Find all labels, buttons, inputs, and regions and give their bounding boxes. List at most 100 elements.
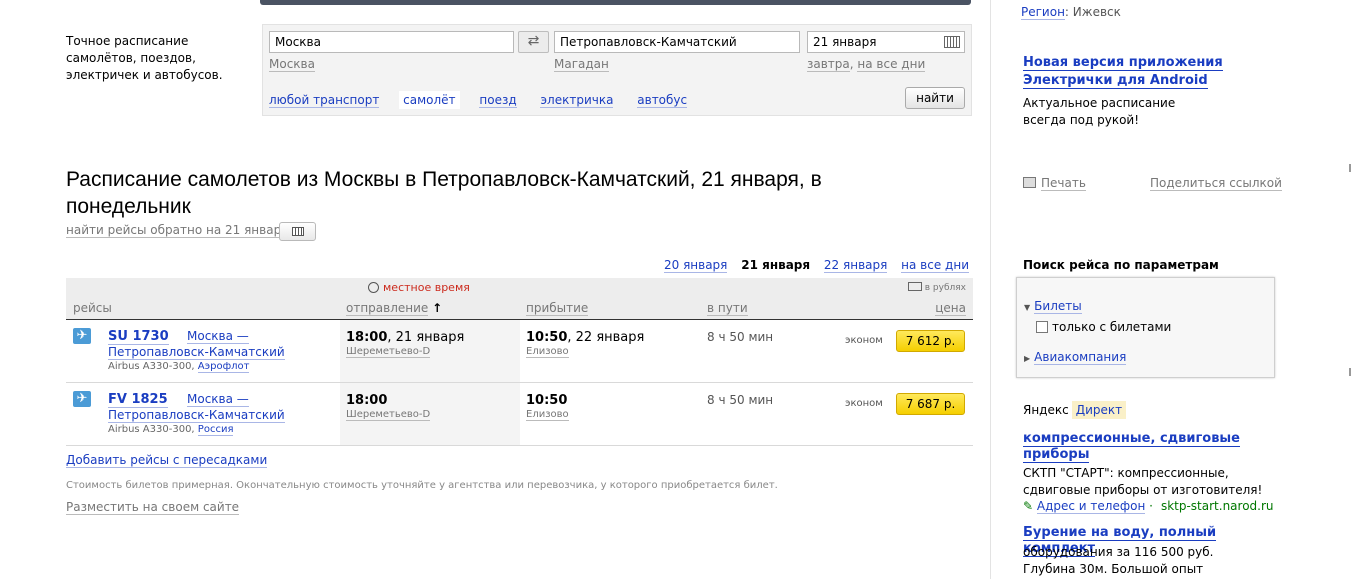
- local-time-note: местное время: [368, 281, 470, 294]
- local-time-label: местное время: [383, 281, 470, 294]
- param-search-title: Поиск рейса по параметрам: [1023, 258, 1219, 272]
- sort-arrow-icon: ↑: [432, 301, 443, 315]
- app-promo-text: Актуальное расписание всегда под рукой!: [1023, 96, 1176, 127]
- date-current: 21 января: [741, 258, 811, 272]
- to-hint-link[interactable]: Магадан: [554, 57, 609, 72]
- yandex-direct-label: Яндекс Директ: [1023, 401, 1127, 419]
- place-on-site-link[interactable]: Разместить на своем сайте: [66, 500, 240, 515]
- fare-class: эконом: [845, 398, 883, 409]
- region-selector: Регион: Ижевск: [1021, 5, 1121, 20]
- swap-button[interactable]: ⇄: [518, 31, 549, 53]
- header-price[interactable]: цена: [935, 301, 966, 316]
- currency-note: в рублях: [907, 282, 966, 293]
- price-button[interactable]: 7 687 р.: [896, 393, 965, 415]
- table-row: ✈ SU 1730 Москва — Петропавловск-Камчатс…: [66, 320, 973, 383]
- table-row: ✈ FV 1825 Москва — Петропавловск-Камчатс…: [66, 383, 973, 446]
- schedule-table: местное время в рублях рейсы отправление…: [66, 278, 973, 446]
- flight-duration: 8 ч 50 мин: [707, 330, 774, 344]
- date-next-link[interactable]: 22 января: [823, 258, 888, 273]
- departure-date: , 21 января: [387, 330, 465, 345]
- carrier-link[interactable]: Россия: [197, 424, 234, 436]
- flight-route-from[interactable]: Москва —: [187, 329, 249, 344]
- app-promo-title[interactable]: Новая версия приложения Электрички для A…: [1023, 54, 1253, 90]
- share-link[interactable]: Поделиться ссылкой: [1150, 176, 1282, 191]
- tickets-toggle-label[interactable]: Билеты: [1034, 299, 1082, 314]
- app-promo-link[interactable]: Новая версия приложения Электрички для A…: [1023, 55, 1223, 89]
- header-departure-label[interactable]: отправление: [346, 301, 429, 316]
- transport-plane[interactable]: самолёт: [399, 91, 460, 109]
- header-arrival[interactable]: прибытие: [526, 301, 589, 316]
- column-divider: [990, 0, 991, 579]
- ad-title[interactable]: компрессионные, сдвиговые приборы: [1023, 431, 1263, 463]
- flight-route-to[interactable]: Петропавловск-Камчатский: [108, 345, 285, 360]
- printer-icon: [1023, 177, 1036, 188]
- carrier-link[interactable]: Аэрофлот: [197, 361, 250, 373]
- only-with-tickets-label: только с билетами: [1052, 320, 1172, 334]
- scrollbar-mark[interactable]: [1349, 164, 1351, 172]
- transport-suburban[interactable]: электричка: [540, 93, 614, 108]
- header-duration[interactable]: в пути: [707, 301, 748, 316]
- date-navigation: 20 января 21 января 22 января на все дни: [654, 258, 969, 273]
- date-hint-tomorrow[interactable]: завтра: [807, 57, 850, 72]
- print-action[interactable]: Печать: [1023, 176, 1086, 191]
- price-button[interactable]: 7 612 р.: [896, 330, 965, 352]
- tickets-toggle[interactable]: ▼ Билеты: [1024, 299, 1082, 314]
- ad-title-link[interactable]: компрессионные, сдвиговые приборы: [1023, 431, 1241, 463]
- date-all-link[interactable]: на все дни: [901, 258, 969, 273]
- fare-class: эконом: [845, 335, 883, 346]
- ad-links: ✎ Адрес и телефон · sktp-start.narod.ru: [1023, 499, 1274, 514]
- return-flights-link[interactable]: найти рейсы обратно на 21 января: [66, 223, 289, 238]
- print-link[interactable]: Печать: [1041, 176, 1086, 191]
- flight-route-to[interactable]: Петропавловск-Камчатский: [108, 408, 285, 423]
- add-transfers-link[interactable]: Добавить рейсы с пересадками: [66, 453, 268, 468]
- param-search-box: ▼ Билеты только с билетами ▶ Авиакомпания: [1016, 277, 1275, 378]
- scrollbar-mark[interactable]: [1349, 368, 1351, 376]
- airline-toggle-label[interactable]: Авиакомпания: [1034, 350, 1127, 365]
- arrival-airport-link[interactable]: Елизово: [526, 409, 569, 421]
- arrival-date: , 22 января: [567, 330, 645, 345]
- from-input[interactable]: [269, 31, 514, 53]
- aircraft-info: Airbus A330-300, Россия: [108, 424, 234, 436]
- departure-time-value: 18:00: [346, 330, 388, 345]
- ad-url[interactable]: sktp-start.narod.ru: [1161, 499, 1274, 513]
- departure-airport-link[interactable]: Шереметьево-D: [346, 346, 431, 358]
- aircraft-model: Airbus A330-300,: [108, 424, 198, 435]
- flight-route-from[interactable]: Москва —: [187, 392, 249, 407]
- from-hint-link[interactable]: Москва: [269, 57, 315, 72]
- departure-airport-link[interactable]: Шереметьево-D: [346, 409, 431, 421]
- transport-bus[interactable]: автобус: [637, 93, 688, 108]
- find-button[interactable]: найти: [905, 87, 965, 109]
- return-calendar-button[interactable]: [279, 222, 316, 241]
- aircraft-info: Airbus A330-300, Аэрофлот: [108, 361, 250, 373]
- departure-time: 18:00, 21 января: [346, 330, 464, 345]
- date-hint-all-days[interactable]: на все дни: [857, 57, 926, 72]
- date-prev-link[interactable]: 20 января: [663, 258, 728, 273]
- arrival-time-value: 10:50: [526, 330, 568, 345]
- ad-contact-link[interactable]: Адрес и телефон: [1036, 499, 1146, 514]
- only-with-tickets-checkbox[interactable]: только с билетами: [1036, 320, 1171, 334]
- date-input[interactable]: 21 января: [807, 31, 965, 53]
- date-hint: завтра, на все дни: [807, 57, 926, 72]
- flight-duration: 8 ч 50 мин: [707, 393, 774, 407]
- table-header: местное время в рублях рейсы отправление…: [66, 278, 973, 320]
- arrival-time: 10:50: [526, 393, 567, 408]
- flight-number-link[interactable]: SU 1730: [108, 329, 169, 345]
- checkbox-icon[interactable]: [1036, 321, 1048, 333]
- direct-link[interactable]: Директ: [1071, 401, 1127, 419]
- transport-any[interactable]: любой транспорт: [269, 93, 380, 108]
- region-value: : Ижевск: [1064, 5, 1121, 19]
- arrival-airport-link[interactable]: Елизово: [526, 346, 569, 358]
- date-input-value: 21 января: [813, 35, 877, 49]
- flight-number-link[interactable]: FV 1825: [108, 392, 168, 408]
- transport-train[interactable]: поезд: [479, 93, 517, 108]
- region-link[interactable]: Регион: [1021, 5, 1065, 20]
- arrival-time: 10:50, 22 января: [526, 330, 644, 345]
- ad-text: оборудования за 116 500 руб. Глубина 30м…: [1023, 545, 1214, 576]
- header-departure[interactable]: отправление ↑: [346, 301, 443, 316]
- plane-icon: ✈: [73, 328, 91, 344]
- header-flights: рейсы: [73, 301, 112, 315]
- ad-text: СКТП "СТАРТ": компрессионные, сдвиговые …: [1023, 466, 1263, 497]
- calendar-icon[interactable]: [944, 36, 960, 48]
- airline-toggle[interactable]: ▶ Авиакомпания: [1024, 350, 1127, 365]
- to-input[interactable]: [554, 31, 800, 53]
